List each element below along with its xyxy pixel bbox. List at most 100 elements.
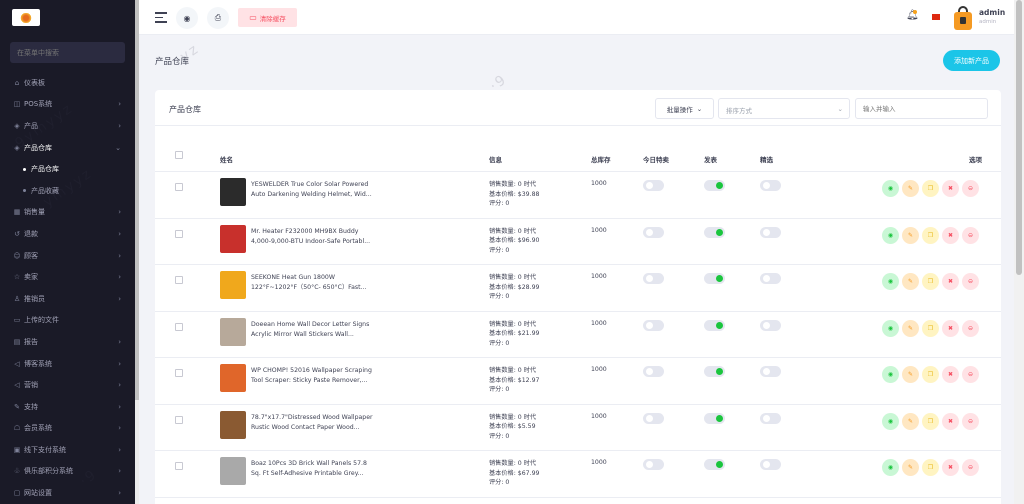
view-icon[interactable]: ◉ (882, 412, 899, 430)
todays-deal-toggle[interactable] (643, 412, 664, 424)
sidebar-item-19[interactable]: ▢ 网站设置 › (0, 482, 135, 504)
edit-icon[interactable]: ✎ (902, 273, 919, 290)
todays-deal-toggle[interactable] (643, 273, 664, 284)
delete-icon[interactable]: ✖ (942, 319, 959, 337)
header-published[interactable]: 发表 (704, 154, 717, 164)
sidebar-item-4[interactable]: 产品仓库 (0, 158, 135, 180)
edit-icon[interactable]: ✎ (902, 366, 919, 383)
disable-icon[interactable]: ⊖ (962, 180, 979, 197)
menu-toggle-icon[interactable] (155, 12, 167, 23)
product-name[interactable]: Doeean Home Wall Decor Letter Signs Acryl… (251, 320, 381, 340)
published-toggle[interactable] (704, 366, 725, 377)
product-name[interactable]: YESWELDER True Color Solar Powered Auto D… (251, 180, 381, 200)
duplicate-icon[interactable]: ❐ (922, 412, 939, 430)
todays-deal-toggle[interactable] (643, 366, 664, 377)
product-name[interactable]: Boaz 10Pcs 3D Brick Wall Panels 57.8 Sq. … (251, 459, 381, 479)
header-stock[interactable]: 总库存 (591, 154, 611, 164)
sidebar-item-9[interactable]: ☆ 卖家 › (0, 266, 135, 288)
disable-icon[interactable]: ⊖ (962, 226, 979, 244)
sidebar-item-15[interactable]: ✎ 支持 › (0, 396, 135, 418)
disable-icon[interactable]: ⊖ (962, 412, 979, 430)
published-toggle[interactable] (704, 226, 725, 238)
todays-deal-toggle[interactable] (643, 226, 664, 238)
view-icon[interactable]: ◉ (882, 273, 899, 290)
delete-icon[interactable]: ✖ (942, 412, 959, 430)
sidebar-item-0[interactable]: ⌂ 仪表板 (0, 72, 135, 94)
view-icon[interactable]: ◉ (882, 459, 899, 476)
disable-icon[interactable]: ⊖ (962, 366, 979, 383)
featured-toggle[interactable] (760, 319, 781, 331)
featured-toggle[interactable] (760, 459, 781, 470)
disable-icon[interactable]: ⊖ (962, 459, 979, 476)
row-checkbox[interactable] (175, 276, 183, 284)
logo[interactable] (12, 9, 40, 26)
sidebar-item-16[interactable]: ☖ 会员系统 › (0, 418, 135, 440)
edit-icon[interactable]: ✎ (902, 412, 919, 430)
globe-icon[interactable]: ◉ (176, 7, 198, 29)
sidebar-item-17[interactable]: ▣ 线下支付系统 › (0, 439, 135, 461)
delete-icon[interactable]: ✖ (942, 459, 959, 476)
duplicate-icon[interactable]: ❐ (922, 459, 939, 476)
duplicate-icon[interactable]: ❐ (922, 226, 939, 244)
product-name[interactable]: SEEKONE Heat Gun 1800W 122°F~1202°F（50°C-… (251, 273, 381, 293)
row-checkbox[interactable] (175, 229, 183, 238)
view-icon[interactable]: ◉ (882, 366, 899, 383)
featured-toggle[interactable] (760, 366, 781, 377)
published-toggle[interactable] (704, 180, 725, 191)
delete-icon[interactable]: ✖ (942, 366, 959, 383)
sidebar-item-18[interactable]: ♧ 俱乐部积分系统 › (0, 461, 135, 483)
duplicate-icon[interactable]: ❐ (922, 319, 939, 337)
delete-icon[interactable]: ✖ (942, 180, 959, 197)
sidebar-item-10[interactable]: ♙ 推销员 › (0, 288, 135, 310)
duplicate-icon[interactable]: ❐ (922, 366, 939, 383)
print-icon[interactable]: ⎙ (207, 7, 229, 29)
todays-deal-toggle[interactable] (643, 180, 664, 191)
featured-toggle[interactable] (760, 180, 781, 191)
delete-icon[interactable]: ✖ (942, 226, 959, 244)
row-checkbox[interactable] (175, 415, 183, 424)
product-name[interactable]: Mr. Heater F232000 MH9BX Buddy 4,000-9,00… (251, 227, 381, 247)
sidebar-item-6[interactable]: ▦ 销售量 › (0, 202, 135, 224)
row-checkbox[interactable] (175, 322, 183, 331)
product-name[interactable]: WP CHOMP! 52016 Wallpaper Scraping Tool S… (251, 366, 381, 386)
edit-icon[interactable]: ✎ (902, 180, 919, 197)
featured-toggle[interactable] (760, 226, 781, 238)
sidebar-item-8[interactable]: ☺ 顾客 › (0, 245, 135, 267)
user-name[interactable]: admin (979, 8, 1005, 17)
add-product-button[interactable]: 添加新产品 (943, 50, 1000, 71)
product-name[interactable]: 78.7"x17.7"Distressed Wood Wallpaper Rust… (251, 413, 381, 433)
sidebar-item-12[interactable]: ▤ 报告 › (0, 331, 135, 353)
row-checkbox[interactable] (175, 462, 183, 470)
header-info[interactable]: 信息 (489, 154, 502, 164)
published-toggle[interactable] (704, 412, 725, 424)
view-icon[interactable]: ◉ (882, 319, 899, 337)
avatar[interactable] (952, 5, 974, 31)
sort-select[interactable]: 排序方式 ⌄ (718, 98, 850, 119)
published-toggle[interactable] (704, 273, 725, 284)
disable-icon[interactable]: ⊖ (962, 273, 979, 290)
sidebar-item-11[interactable]: ▭ 上传的文件 (0, 310, 135, 332)
header-todays-deal[interactable]: 今日特卖 (643, 154, 669, 164)
featured-toggle[interactable] (760, 273, 781, 284)
view-icon[interactable]: ◉ (882, 226, 899, 244)
sidebar-item-14[interactable]: ◁ 营销 › (0, 374, 135, 396)
sidebar-search-input[interactable] (10, 42, 125, 63)
published-toggle[interactable] (704, 319, 725, 331)
bulk-action-dropdown[interactable]: 批量操作 ⌄ (655, 98, 714, 119)
header-featured[interactable]: 精选 (760, 154, 773, 164)
duplicate-icon[interactable]: ❐ (922, 180, 939, 197)
edit-icon[interactable]: ✎ (902, 319, 919, 337)
published-toggle[interactable] (704, 459, 725, 470)
todays-deal-toggle[interactable] (643, 459, 664, 470)
edit-icon[interactable]: ✎ (902, 459, 919, 476)
featured-toggle[interactable] (760, 412, 781, 424)
select-all-checkbox[interactable] (175, 151, 183, 159)
header-name[interactable]: 姓名 (220, 154, 233, 164)
sidebar-item-13[interactable]: ◁ 博客系统 › (0, 353, 135, 375)
duplicate-icon[interactable]: ❐ (922, 273, 939, 290)
delete-icon[interactable]: ✖ (942, 273, 959, 290)
view-icon[interactable]: ◉ (882, 180, 899, 197)
product-search-input[interactable] (855, 98, 988, 119)
main-scrollbar-thumb[interactable] (1016, 0, 1022, 275)
edit-icon[interactable]: ✎ (902, 226, 919, 244)
